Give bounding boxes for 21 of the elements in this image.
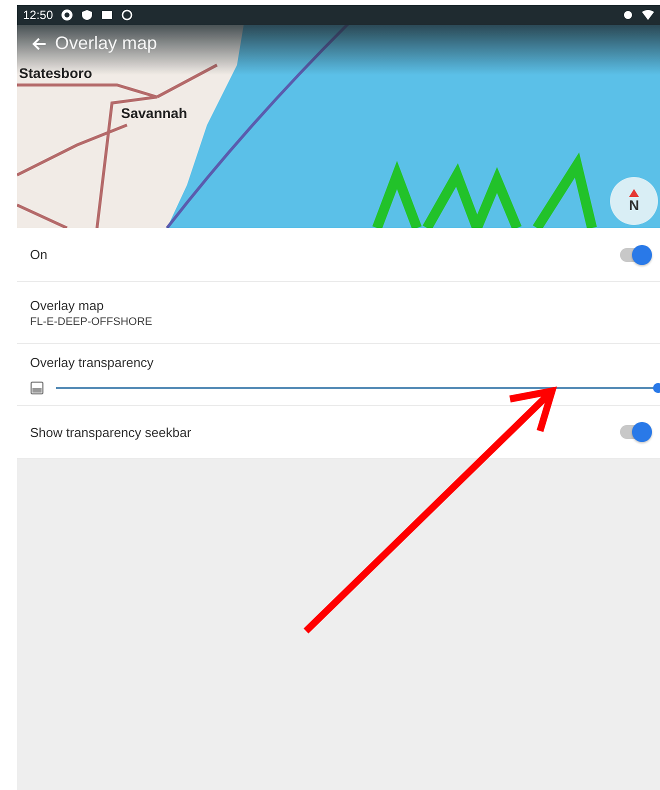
setting-label: Overlay transparency <box>30 354 155 370</box>
map-view[interactable]: 12:50 Overlay map Statesboro Savannah N <box>17 5 660 228</box>
circle-icon <box>121 9 134 21</box>
image-icon <box>101 9 114 21</box>
status-time: 12:50 <box>23 8 54 22</box>
setting-row[interactable]: Overlay map FL-E-DEEP-OFFSHORE <box>17 282 660 344</box>
back-arrow-icon <box>31 36 47 52</box>
setting-label: Overlay map <box>30 298 105 312</box>
shield-icon <box>81 9 94 21</box>
setting-label: Show transparency seekbar <box>30 424 192 440</box>
setting-label: On <box>30 247 48 262</box>
setting-value: FL-E-DEEP-OFFSHORE <box>30 316 154 328</box>
compass-button[interactable]: N <box>610 177 658 225</box>
wifi-icon <box>642 9 654 21</box>
map-label: Savannah <box>121 105 188 121</box>
map-label: Statesboro <box>19 65 92 81</box>
setting-row[interactable]: Show transparency seekbar <box>17 406 660 459</box>
transparency-icon <box>30 380 44 394</box>
north-arrow-icon <box>629 189 639 197</box>
setting-row[interactable]: On <box>17 228 660 282</box>
screen-title: Overlay map <box>55 33 158 54</box>
